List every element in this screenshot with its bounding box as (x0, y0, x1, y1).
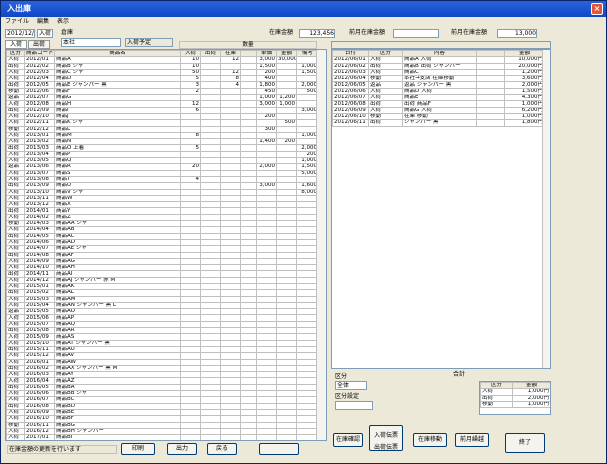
table-cell: 2012/06/03 (332, 68, 369, 77)
menu-item-file[interactable]: ファイル (5, 17, 29, 27)
column-header[interactable]: 商品コード (24, 50, 55, 58)
table-cell: 1,800 (256, 81, 277, 89)
table-cell: ジャンパー 黒 (402, 119, 477, 127)
warehouse-label: 倉庫 (61, 29, 74, 36)
quantity-header: 数量 (179, 41, 317, 49)
filter-label: 区分 (335, 373, 348, 380)
table-cell: 出荷 (368, 119, 403, 127)
transfer-button[interactable]: 在庫移動 (413, 433, 447, 447)
table-row[interactable]: 移動 1,000円 (480, 400, 550, 409)
main-window: 入出庫 × ファイル 編集 表示 2012/12/11 入荷 倉庫 本社 入荷予… (0, 0, 607, 464)
table-cell: 1,800円 (504, 119, 545, 127)
status-field: 入荷予定 (125, 38, 173, 47)
menu-bar: ファイル 編集 表示 (1, 17, 606, 27)
table-cell: 2,000 (256, 163, 277, 171)
disabled-button[interactable] (259, 443, 299, 455)
table-cell: 30,000 (276, 56, 297, 64)
stock-amount-field[interactable]: 123,456 (299, 29, 335, 38)
table-cell: 3,000 (256, 56, 277, 64)
history-grid[interactable]: 日付 区分 内容 金額 2012/06/01 入荷 商品A 入荷 10,000円 2012/0… (331, 49, 551, 369)
table-cell (476, 119, 505, 127)
stock-amount-label: 在庫金額 (269, 29, 294, 36)
date-combo[interactable]: 2012/12/11 (5, 29, 35, 38)
slip-button-line2: 出荷伝票 (373, 444, 398, 451)
tab-receive[interactable]: 入荷 (5, 40, 27, 49)
history-grid-scrollbar[interactable] (542, 50, 550, 368)
prev-stock-label: 前月在庫金額 (451, 29, 488, 36)
prev-stock-field[interactable]: 13,000 (497, 29, 537, 38)
right-grid-header-bar (331, 41, 551, 49)
table-cell: 2012/06/05 (332, 81, 369, 89)
table-cell: 2012/06/08 (332, 100, 369, 108)
table-cell: 1,000 (256, 94, 277, 102)
table-cell: 1,000円 (512, 400, 550, 409)
summary-grid: 区分 金額 入荷 1,000円 出荷 2,000円 移動 1,000円 (479, 381, 551, 415)
menu-item-edit[interactable]: 編集 (37, 17, 49, 27)
item-grid[interactable]: 区分 商品コード 商品名 入荷 出荷 在庫 単価 金額 備考 入荷 2012/01 商品A 10 12 3… (5, 49, 327, 441)
item-grid-scrollbar[interactable] (316, 50, 326, 440)
setting-select[interactable] (335, 401, 373, 410)
table-cell: 3,000 (256, 182, 277, 190)
item-table: 区分 商品コード 商品名 入荷 出荷 在庫 単価 金額 備考 入荷 2012/01 商品A 10 12 3… (6, 50, 319, 440)
stock-check-button[interactable]: 在庫確認 (333, 433, 363, 447)
title-bar: 入出庫 × (1, 1, 606, 17)
table-cell: 2012/06/06 (332, 87, 369, 96)
table-cell: 1,000 (276, 100, 297, 108)
menu-item-view[interactable]: 表示 (57, 17, 69, 27)
export-button[interactable]: 出力 (167, 443, 197, 455)
table-cell: 2012/06/10 (332, 112, 369, 121)
table-cell: 2012/06/04 (332, 75, 369, 83)
table-cell: 1,500 (256, 62, 277, 70)
slip-button[interactable]: 入荷伝票 出荷伝票 (369, 425, 403, 451)
table-cell: 3,000 (256, 100, 277, 108)
summary-label: 合計 (453, 371, 466, 378)
warehouse-combo[interactable]: 本社 (61, 38, 121, 47)
table-cell: 2012/06/01 (332, 56, 369, 64)
type-combo[interactable]: 入荷 (37, 29, 53, 38)
slip-button-line1: 入荷伝票 (373, 432, 398, 439)
table-cell: 1,200 (276, 94, 297, 102)
table-cell: 2012/06/11 (332, 119, 369, 127)
inventory-label: 前月在庫金額 (349, 29, 386, 36)
table-row[interactable]: 2012/06/11 出荷 ジャンパー 黒 1,800円 (332, 119, 545, 127)
table-cell: 2012/06/02 (332, 62, 369, 70)
close-button[interactable]: × (591, 3, 603, 15)
window-title: 入出庫 (7, 4, 31, 13)
summary-table: 区分 金額 入荷 1,000円 出荷 2,000円 移動 1,000円 (480, 382, 550, 409)
inventory-field[interactable] (393, 29, 439, 38)
back-button[interactable]: 戻る (207, 443, 237, 455)
exit-button[interactable]: 終了 (505, 433, 545, 453)
filter-select[interactable]: 全体 (335, 381, 367, 390)
tab-ship[interactable]: 出荷 (28, 40, 50, 49)
carryover-button[interactable]: 前月繰越 (455, 433, 489, 447)
footer-status: 在庫金額の更新を行います (7, 445, 117, 454)
history-table: 日付 区分 内容 金額 2012/06/01 入荷 商品A 入荷 10,000円 2012/0… (332, 50, 545, 127)
table-cell: 2012/06/07 (332, 94, 369, 102)
table-cell: 1,400 (256, 138, 277, 146)
setting-label: 区分設定 (335, 393, 360, 400)
table-cell: 移動 (480, 400, 513, 409)
print-button[interactable]: 印刷 (121, 443, 155, 455)
table-cell: 2012/06/09 (332, 106, 369, 114)
